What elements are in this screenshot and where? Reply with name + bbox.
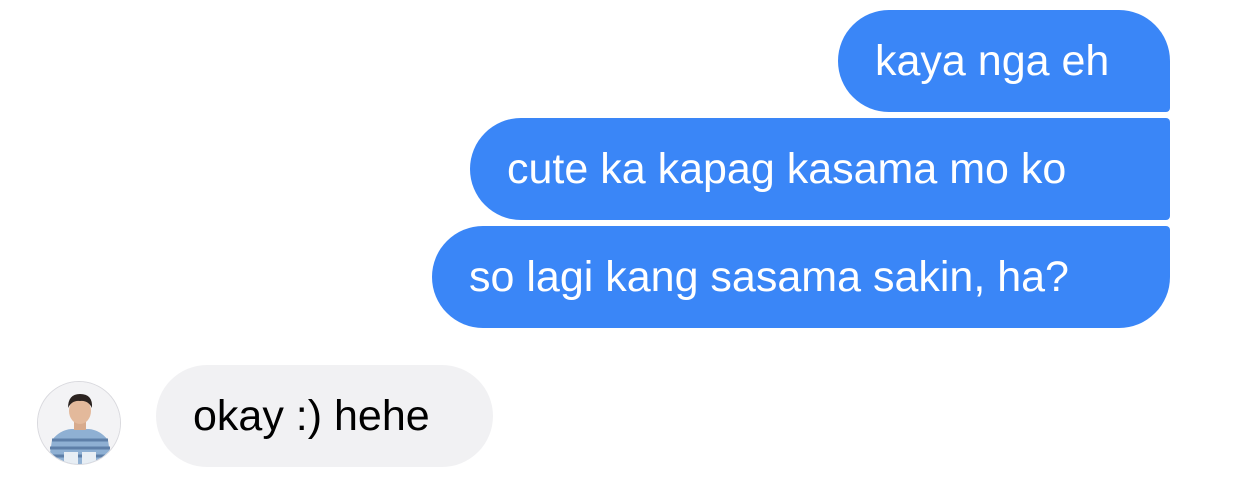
received-message-bubble[interactable]: okay :) hehe (156, 365, 493, 467)
contact-avatar[interactable] (37, 381, 121, 465)
sent-message-bubble[interactable]: so lagi kang sasama sakin, ha? (432, 226, 1170, 328)
sent-message-bubble[interactable]: kaya nga eh (838, 10, 1170, 112)
avatar-photo-icon (38, 382, 120, 464)
sent-message-bubble[interactable]: cute ka kapag kasama mo ko (470, 118, 1170, 220)
